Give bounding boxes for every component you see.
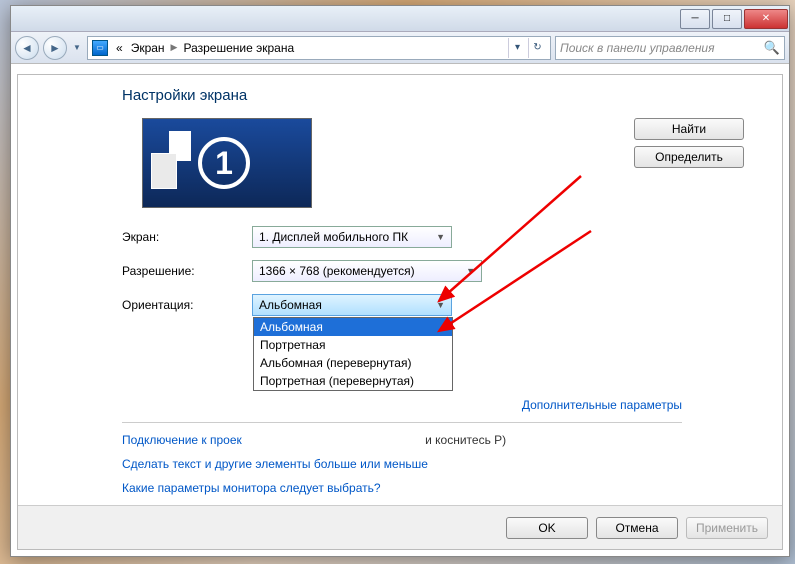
chevron-down-icon: ▼ (73, 43, 81, 52)
chevron-down-icon: ▾ (515, 42, 520, 53)
close-button[interactable]: ✕ (744, 9, 788, 29)
arrow-right-icon: ► (49, 41, 61, 55)
breadcrumb-prefix: « (112, 41, 127, 55)
content-panel: Настройки экрана 1 Найти Определить Экра… (17, 74, 783, 550)
breadcrumb-item-screen[interactable]: Экран (127, 41, 169, 55)
annotation-arrow-to-orientation (421, 221, 601, 346)
minimize-icon: ─ (691, 13, 698, 24)
screen-select-value: 1. Дисплей мобильного ПК (259, 230, 408, 244)
refresh-icon: ↻ (533, 42, 541, 53)
maximize-icon: □ (724, 13, 730, 24)
orientation-option-portrait-flipped[interactable]: Портретная (перевернутая) (254, 372, 452, 390)
find-button[interactable]: Найти (634, 118, 744, 140)
chevron-right-icon: ▶ (169, 42, 180, 53)
window-frame: ─ □ ✕ ◄ ► ▼ ▭ « Экран ▶ Разрешение экран… (10, 5, 790, 557)
resolution-select-value: 1366 × 768 (рекомендуется) (259, 264, 415, 278)
monitor-preview[interactable]: 1 (142, 118, 312, 208)
refresh-button[interactable]: ↻ (528, 38, 546, 58)
orientation-option-landscape-flipped[interactable]: Альбомная (перевернутая) (254, 354, 452, 372)
nav-back-button[interactable]: ◄ (15, 36, 39, 60)
projector-link[interactable]: Подключение к проек и коснитесь P) (122, 433, 754, 447)
monitor-number-badge: 1 (198, 137, 250, 189)
close-icon: ✕ (762, 13, 770, 24)
page-title: Настройки экрана (122, 87, 754, 104)
dialog-footer: OK Отмена Применить (18, 505, 782, 549)
cancel-button[interactable]: Отмена (596, 517, 678, 539)
navbar: ◄ ► ▼ ▭ « Экран ▶ Разрешение экрана ▾ ↻ … (11, 32, 789, 64)
nav-history-dropdown[interactable]: ▼ (71, 36, 83, 60)
divider (122, 422, 682, 423)
control-panel-icon: ▭ (92, 40, 108, 56)
resolution-label: Разрешение: (122, 264, 252, 278)
breadcrumb-dropdown-button[interactable]: ▾ (508, 38, 526, 58)
nav-forward-button[interactable]: ► (43, 36, 67, 60)
titlebar: ─ □ ✕ (11, 6, 789, 32)
advanced-settings-link[interactable]: Дополнительные параметры (522, 398, 682, 412)
search-placeholder: Поиск в панели управления (560, 41, 715, 55)
search-icon: 🔍 (764, 40, 780, 56)
detect-button[interactable]: Определить (634, 146, 744, 168)
screen-label: Экран: (122, 230, 252, 244)
text-size-link[interactable]: Сделать текст и другие элементы больше и… (122, 457, 754, 471)
maximize-button[interactable]: □ (712, 9, 742, 29)
orientation-label: Ориентация: (122, 298, 252, 312)
apply-button[interactable]: Применить (686, 517, 768, 539)
minimize-button[interactable]: ─ (680, 9, 710, 29)
breadcrumb[interactable]: ▭ « Экран ▶ Разрешение экрана ▾ ↻ (87, 36, 551, 60)
breadcrumb-item-resolution[interactable]: Разрешение экрана (179, 41, 298, 55)
which-settings-link[interactable]: Какие параметры монитора следует выбрать… (122, 481, 754, 495)
orientation-select-value: Альбомная (259, 298, 322, 312)
arrow-left-icon: ◄ (21, 41, 33, 55)
ok-button[interactable]: OK (506, 517, 588, 539)
search-input[interactable]: Поиск в панели управления 🔍 (555, 36, 785, 60)
